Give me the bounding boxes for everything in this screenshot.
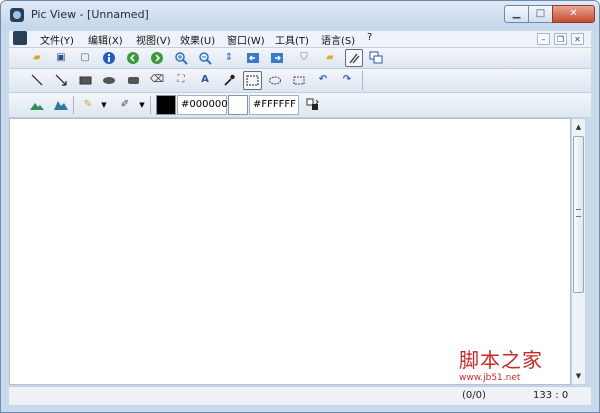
menu-language[interactable]: 语言(S) [321, 32, 355, 47]
swap-colors-icon[interactable] [305, 97, 321, 113]
vertical-scrollbar[interactable]: ▲ ▼ [571, 118, 586, 385]
fill-bucket-tool-icon[interactable]: ⛶ [173, 72, 189, 88]
rounded-rectangle-tool-icon[interactable] [125, 72, 141, 88]
line-tool-icon[interactable] [29, 72, 45, 88]
draw-mode-icon[interactable] [345, 49, 363, 67]
close-button[interactable]: ✕ [552, 5, 595, 23]
menu-file[interactable]: 文件(Y) [40, 32, 74, 47]
scrollbar-thumb[interactable] [573, 136, 584, 293]
background-color-value[interactable]: #FFFFFF [249, 95, 299, 115]
rect-select-tool-icon[interactable] [243, 71, 262, 90]
watermark-title: 脚本之家 [459, 348, 543, 372]
style-toolbar: ✎ ▼ ✐ ▼ #000000 #FFFFFF [9, 93, 591, 118]
status-bar: (0/0) 133 : 0 [9, 386, 591, 405]
mountain-small-icon[interactable] [29, 97, 45, 113]
brush-dropdown-icon[interactable]: ▼ [137, 97, 147, 113]
menu-edit[interactable]: 编辑(X) [88, 32, 123, 47]
pencil-dropdown-icon[interactable]: ▼ [99, 97, 109, 113]
menu-bar: 文件(Y) 编辑(X) 视图(V) 效果(U) 窗口(W) 工具(T) 语言(S… [9, 31, 591, 48]
mountain-large-icon[interactable] [53, 97, 69, 113]
menu-tools[interactable]: 工具(T) [275, 32, 309, 47]
background-color-swatch[interactable] [228, 95, 248, 115]
scroll-down-arrow-icon[interactable]: ▼ [574, 370, 583, 382]
folder-icon[interactable]: ▰ [322, 50, 338, 66]
filled-rectangle-tool-icon[interactable] [77, 72, 93, 88]
main-toolbar: ▰ ▣ ▢ ⇕ ⛉ ▰ [9, 48, 591, 69]
toolbar-separator [73, 96, 74, 114]
mdi-restore-icon[interactable]: ❐ [554, 33, 567, 45]
info-icon[interactable] [101, 50, 117, 66]
foreground-color-value[interactable]: #000000 [177, 95, 228, 115]
drawing-toolbar: ⌫ ⛶ A ↶ ↷ [9, 69, 591, 93]
mdi-minimize-icon[interactable]: – [537, 33, 550, 45]
toolbar-separator [150, 96, 151, 114]
menu-effects[interactable]: 效果(U) [180, 32, 215, 47]
foreground-color-swatch[interactable] [156, 95, 176, 115]
pencil-icon[interactable]: ✎ [80, 97, 96, 113]
arrow-line-tool-icon[interactable] [53, 72, 69, 88]
print-preview-icon[interactable]: ▢ [77, 50, 93, 66]
color-picker-tool-icon[interactable] [221, 72, 237, 88]
brush-icon[interactable]: ✐ [117, 97, 133, 113]
next-icon[interactable] [149, 50, 165, 66]
menu-help[interactable]: ? [367, 32, 372, 43]
fit-size-icon[interactable]: ⇕ [221, 50, 237, 66]
undo-icon[interactable]: ↶ [315, 72, 331, 88]
filled-ellipse-tool-icon[interactable] [101, 72, 117, 88]
shield-icon[interactable]: ⛉ [296, 50, 312, 66]
app-logo-icon [10, 8, 24, 22]
rotate-right-icon[interactable] [269, 50, 285, 66]
menu-window[interactable]: 窗口(W) [227, 32, 265, 47]
title-bar[interactable]: Pic View - [Unnamed] ▁ □ ✕ [1, 1, 599, 29]
free-select-tool-icon[interactable] [291, 72, 307, 88]
scrollbar-grip [576, 209, 581, 217]
eraser-tool-icon[interactable]: ⌫ [149, 72, 165, 88]
scroll-up-arrow-icon[interactable]: ▲ [574, 121, 583, 133]
toolbar-separator [362, 71, 363, 90]
status-cursor: 133 : 0 [533, 390, 569, 401]
text-tool-icon[interactable]: A [197, 72, 213, 88]
app-window: Pic View - [Unnamed] ▁ □ ✕ 文件(Y) 编辑(X) 视… [0, 0, 600, 413]
window-title: Pic View - [Unnamed] [31, 8, 149, 21]
watermark-url: www.jb51.net [459, 373, 521, 383]
zoom-out-icon[interactable] [197, 50, 213, 66]
save-icon[interactable]: ▣ [53, 50, 69, 66]
document-icon[interactable] [13, 31, 27, 45]
status-position: (0/0) [462, 390, 486, 401]
rotate-left-icon[interactable] [245, 50, 261, 66]
menu-view[interactable]: 视图(V) [136, 32, 171, 47]
zoom-in-icon[interactable] [173, 50, 189, 66]
mdi-close-icon[interactable]: ✕ [571, 33, 584, 45]
layers-icon[interactable] [368, 50, 384, 66]
minimize-button[interactable]: ▁ [504, 5, 529, 23]
redo-icon[interactable]: ↷ [339, 72, 355, 88]
watermark: 脚本之家 www.jb51.net [459, 344, 543, 383]
maximize-button[interactable]: □ [528, 5, 553, 23]
open-folder-icon[interactable]: ▰ [29, 50, 45, 66]
previous-icon[interactable] [125, 50, 141, 66]
ellipse-select-tool-icon[interactable] [267, 72, 283, 88]
